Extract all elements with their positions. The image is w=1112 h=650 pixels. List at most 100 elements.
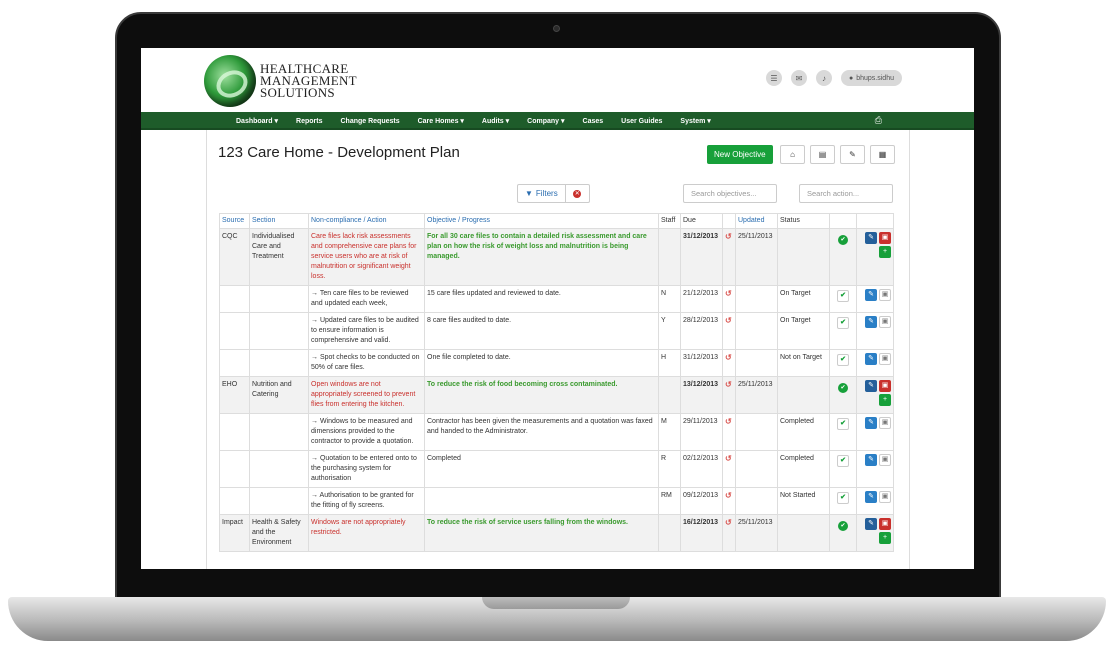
mail-icon[interactable]: ✉: [791, 70, 807, 86]
nav-item[interactable]: Care Homes ▾: [409, 117, 473, 125]
nav-item[interactable]: Change Requests: [331, 118, 408, 125]
undo-icon[interactable]: ↺: [725, 289, 732, 298]
bell-icon[interactable]: ♪: [816, 70, 832, 86]
pencil-icon[interactable]: ✎: [840, 145, 865, 164]
trash-icon[interactable]: ▣: [879, 353, 891, 365]
complete-check-icon[interactable]: ✔: [837, 418, 849, 430]
column-header[interactable]: Updated: [735, 213, 778, 229]
complete-check-icon[interactable]: ✔: [838, 235, 848, 245]
edit-icon[interactable]: ✎: [865, 417, 877, 429]
row-actions: ✎ ▣ +: [859, 232, 891, 258]
edit-icon[interactable]: ✎: [865, 289, 877, 301]
undo-icon[interactable]: ↺: [725, 316, 732, 325]
complete-check-icon[interactable]: ✔: [837, 492, 849, 504]
add-action-icon[interactable]: +: [879, 394, 891, 406]
search-action-input[interactable]: Search action...: [799, 184, 893, 203]
complete-wrap: ✔: [832, 454, 854, 467]
user-name: bhups.sidhu: [856, 74, 894, 82]
status-cell: [777, 228, 830, 286]
undo-icon[interactable]: ↺: [725, 380, 732, 389]
nav-item[interactable]: Reports: [287, 118, 331, 125]
trash-icon[interactable]: ▣: [879, 289, 891, 301]
undo-icon[interactable]: ↺: [725, 518, 732, 527]
undo-icon[interactable]: ↺: [725, 417, 732, 426]
top-icons: ☰ ✉ ♪ ● bhups.sidhu: [766, 70, 902, 86]
status-cell: Completed: [777, 450, 830, 488]
row-actions: ✎ ▣: [859, 417, 891, 429]
undo-icon[interactable]: ↺: [725, 232, 732, 241]
edit-icon[interactable]: ✎: [865, 491, 877, 503]
check-cell: ✔: [829, 285, 857, 313]
nav-item[interactable]: Company ▾: [518, 117, 573, 125]
nav-item[interactable]: Cases: [574, 118, 613, 125]
status-cell: [777, 514, 830, 552]
complete-check-icon[interactable]: ✔: [837, 354, 849, 366]
staff-cell: R: [658, 450, 681, 488]
delete-icon[interactable]: ▣: [879, 232, 891, 244]
grid-icon[interactable]: ▦: [870, 145, 895, 164]
undo-icon[interactable]: ↺: [725, 454, 732, 463]
table-header-row: Source Section Non-compliance / Action Obje…: [219, 213, 894, 229]
complete-check-icon[interactable]: ✔: [837, 455, 849, 467]
complete-check-icon[interactable]: ✔: [838, 383, 848, 393]
noncompliance-cell: Windows are not appropriately restricted…: [308, 514, 425, 552]
source-cell: [219, 487, 250, 515]
complete-check-icon[interactable]: ✔: [837, 317, 849, 329]
main-content: 123 Care Home - Development Plan New Obj…: [206, 130, 910, 569]
check-cell: ✔: [829, 514, 857, 552]
page-title: 123 Care Home - Development Plan: [218, 144, 460, 161]
filters-button[interactable]: ▼ Filters: [517, 184, 566, 203]
column-header[interactable]: Due: [680, 213, 723, 229]
trash-icon[interactable]: ▣: [879, 454, 891, 466]
complete-check-icon[interactable]: ✔: [838, 521, 848, 531]
edit-icon[interactable]: ✎: [865, 316, 877, 328]
column-header[interactable]: Section: [249, 213, 309, 229]
edit-icon[interactable]: ✎: [865, 232, 877, 244]
trash-icon[interactable]: ▣: [879, 316, 891, 328]
trash-icon[interactable]: ▣: [879, 491, 891, 503]
column-header[interactable]: Source: [219, 213, 250, 229]
list-icon[interactable]: ☰: [766, 70, 782, 86]
nav-item[interactable]: Audits ▾: [473, 117, 518, 125]
camera-icon: [553, 25, 560, 32]
trash-icon[interactable]: ▣: [879, 417, 891, 429]
column-header[interactable]: [722, 213, 736, 229]
status-cell: [777, 376, 830, 414]
user-menu[interactable]: ● bhups.sidhu: [841, 70, 902, 86]
section-cell: [249, 450, 309, 488]
column-header[interactable]: Non-compliance / Action: [308, 213, 425, 229]
brand-logo[interactable]: HEALTHCARE MANAGEMENT SOLUTIONS: [204, 53, 357, 108]
column-header[interactable]: Staff: [658, 213, 681, 229]
delete-icon[interactable]: ▣: [879, 380, 891, 392]
complete-check-icon[interactable]: ✔: [837, 290, 849, 302]
column-header[interactable]: Objective / Progress: [424, 213, 659, 229]
staff-cell: N: [658, 285, 681, 313]
undo-icon[interactable]: ↺: [725, 353, 732, 362]
undo-icon[interactable]: ↺: [725, 491, 732, 500]
action-row: → Updated care files to be audited to en…: [219, 312, 894, 350]
add-action-icon[interactable]: +: [879, 532, 891, 544]
edit-icon[interactable]: ✎: [865, 454, 877, 466]
home-icon[interactable]: ⌂: [780, 145, 805, 164]
laptop-notch: [482, 597, 630, 609]
source-cell: CQC: [219, 228, 250, 286]
column-header[interactable]: Status: [777, 213, 830, 229]
edit-icon[interactable]: ✎: [865, 380, 877, 392]
edit-icon[interactable]: ✎: [865, 353, 877, 365]
clear-filters-button[interactable]: ✕: [565, 184, 590, 203]
add-action-icon[interactable]: +: [879, 246, 891, 258]
delete-icon[interactable]: ▣: [879, 518, 891, 530]
due-cell: 28/12/2013: [680, 312, 723, 350]
search-objectives-input[interactable]: Search objectives...: [683, 184, 777, 203]
nav-item[interactable]: Dashboard ▾: [227, 117, 287, 125]
document-icon[interactable]: ▤: [810, 145, 835, 164]
nav-item[interactable]: System ▾: [671, 117, 719, 125]
objective-cell: Completed: [424, 450, 659, 488]
objective-cell: Contractor has been given the measuremen…: [424, 413, 659, 451]
edit-icon[interactable]: ✎: [865, 518, 877, 530]
print-icon[interactable]: ⎙: [875, 115, 882, 126]
main-nav: Dashboard ▾ Reports Change Requests Care Ho…: [141, 112, 974, 130]
clear-icon: ✕: [573, 189, 582, 198]
new-objective-button[interactable]: New Objective: [707, 145, 773, 164]
nav-item[interactable]: User Guides: [612, 118, 671, 125]
